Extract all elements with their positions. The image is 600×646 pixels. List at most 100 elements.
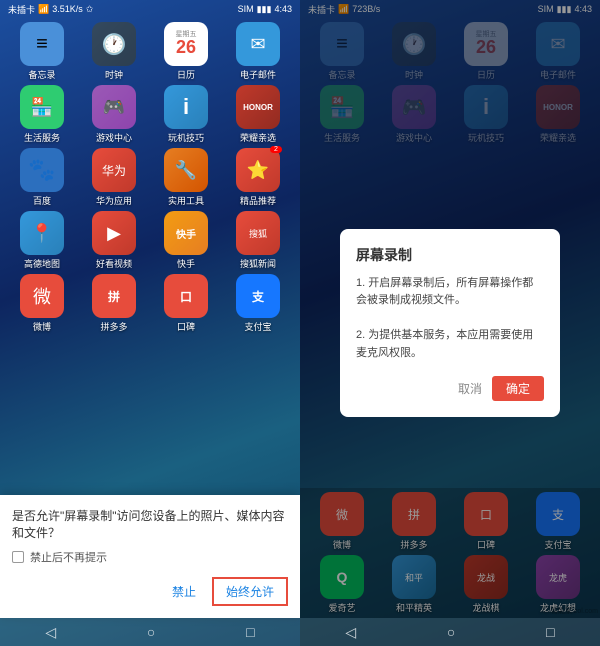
- pdd-label: 拼多多: [100, 320, 127, 333]
- tips-label: 玩机技巧: [168, 131, 204, 144]
- right-dialog-line1: 1. 开启屏幕录制后，所有屏幕操作都会被录制成视频文件。: [356, 277, 533, 307]
- watermark: 智能家 zol.com: [551, 606, 598, 616]
- checkbox-row[interactable]: 禁止后不再提示: [12, 549, 288, 565]
- app-baidu[interactable]: 🐾 百度: [8, 148, 76, 207]
- left-home-btn[interactable]: ○: [147, 624, 155, 640]
- game-label: 游戏中心: [96, 131, 132, 144]
- right-back-btn[interactable]: ◁: [345, 624, 356, 641]
- living-icon: 🏪: [20, 85, 64, 129]
- living-label: 生活服务: [24, 131, 60, 144]
- huawei-label: 华为应用: [96, 194, 132, 207]
- left-phone: 未插卡 📶 3.51K/s ✩ SIM ▮▮▮ 4:43 ≡ 备忘录 🕐 时钟 …: [0, 0, 300, 646]
- app-kou[interactable]: 口 口碑: [152, 274, 220, 333]
- left-nav-bar: ◁ ○ □: [0, 618, 300, 646]
- left-status-right: SIM ▮▮▮ 4:43: [238, 4, 292, 15]
- calendar-label: 日历: [177, 68, 195, 81]
- jing-icon: ⭐ 2: [236, 148, 280, 192]
- app-game[interactable]: 🎮 游戏中心: [80, 85, 148, 144]
- calendar-icon: 星期五 26: [164, 22, 208, 66]
- sohu-label: 搜狐新闻: [240, 257, 276, 270]
- notes-label: 备忘录: [28, 68, 55, 81]
- kou-icon: 口: [164, 274, 208, 318]
- tips-icon: i: [164, 85, 208, 129]
- allow-button[interactable]: 始终允许: [212, 577, 288, 606]
- right-home-btn[interactable]: ○: [447, 624, 455, 640]
- left-app-grid: ≡ 备忘录 🕐 时钟 星期五 26 日历 ✉ 电子邮件 🏪 生活服务 🎮 游戏中…: [0, 18, 300, 337]
- app-living[interactable]: 🏪 生活服务: [8, 85, 76, 144]
- time-left: 4:43: [274, 4, 292, 14]
- deny-button[interactable]: 禁止: [164, 577, 204, 606]
- right-dialog-overlay: 屏幕录制 1. 开启屏幕录制后，所有屏幕操作都会被录制成视频文件。 2. 为提供…: [300, 0, 600, 646]
- battery-left: ▮▮▮: [257, 4, 272, 15]
- app-email[interactable]: ✉ 电子邮件: [224, 22, 292, 81]
- jing-badge: 2: [270, 146, 282, 153]
- right-dialog-buttons: 取消 确定: [356, 376, 544, 401]
- app-jing[interactable]: ⭐ 2 精品推荐: [224, 148, 292, 207]
- extra-left: ✩: [86, 4, 94, 15]
- game-icon: 🎮: [92, 85, 136, 129]
- app-gaode[interactable]: 📍 高德地图: [8, 211, 76, 270]
- app-notes[interactable]: ≡ 备忘录: [8, 22, 76, 81]
- right-dialog-body: 1. 开启屏幕录制后，所有屏幕操作都会被录制成视频文件。 2. 为提供基本服务，…: [356, 275, 544, 363]
- right-confirm-button[interactable]: 确定: [492, 376, 544, 401]
- left-bottom-dialog: 是否允许"屏幕录制"访问您设备上的照片、媒体内容和文件？ 禁止后不再提示 禁止 …: [0, 495, 300, 618]
- honor-label: 荣耀亲选: [240, 131, 276, 144]
- gaode-icon: 📍: [20, 211, 64, 255]
- right-dialog-title: 屏幕录制: [356, 245, 544, 265]
- tool-icon: 🔧: [164, 148, 208, 192]
- right-center-dialog: 屏幕录制 1. 开启屏幕录制后，所有屏幕操作都会被录制成视频文件。 2. 为提供…: [340, 229, 560, 418]
- app-kuai[interactable]: 快手 快手: [152, 211, 220, 270]
- kuai-icon: 快手: [164, 211, 208, 255]
- app-zfb[interactable]: 支 支付宝: [224, 274, 292, 333]
- zfb-icon: 支: [236, 274, 280, 318]
- notes-icon: ≡: [20, 22, 64, 66]
- right-phone: 未插卡 📶 723B/s SIM ▮▮▮ 4:43 ≡ 备忘录 🕐 时钟 星期五…: [300, 0, 600, 646]
- jing-label: 精品推荐: [240, 194, 276, 207]
- checkbox-label: 禁止后不再提示: [30, 549, 107, 565]
- sohu-icon: 搜狐: [236, 211, 280, 255]
- clock-label: 时钟: [105, 68, 123, 81]
- app-calendar[interactable]: 星期五 26 日历: [152, 22, 220, 81]
- carrier-left: 未插卡: [8, 3, 35, 16]
- kuai-label: 快手: [177, 257, 195, 270]
- clock-icon: 🕐: [92, 22, 136, 66]
- left-back-btn[interactable]: ◁: [45, 624, 56, 641]
- right-nav-bar: ◁ ○ □: [300, 618, 600, 646]
- left-status-left: 未插卡 📶 3.51K/s ✩: [8, 3, 93, 16]
- hao-label: 好看视频: [96, 257, 132, 270]
- huawei-icon: 华为: [92, 148, 136, 192]
- zfb-label: 支付宝: [244, 320, 271, 333]
- app-tips[interactable]: i 玩机技巧: [152, 85, 220, 144]
- app-clock[interactable]: 🕐 时钟: [80, 22, 148, 81]
- kou-label: 口碑: [177, 320, 195, 333]
- right-dialog-line2: 2. 为提供基本服务，本应用需要使用麦克风权限。: [356, 329, 533, 359]
- app-sohu[interactable]: 搜狐 搜狐新闻: [224, 211, 292, 270]
- left-status-bar: 未插卡 📶 3.51K/s ✩ SIM ▮▮▮ 4:43: [0, 0, 300, 18]
- app-honor[interactable]: HONOR 荣耀亲选: [224, 85, 292, 144]
- right-cancel-button[interactable]: 取消: [458, 376, 482, 401]
- pdd-icon: 拼: [92, 274, 136, 318]
- speed-left: 3.51K/s: [52, 4, 83, 14]
- left-dialog-title: 是否允许"屏幕录制"访问您设备上的照片、媒体内容和文件？: [12, 507, 288, 541]
- baidu-icon: 🐾: [20, 148, 64, 192]
- left-recent-btn[interactable]: □: [246, 624, 254, 640]
- app-hao[interactable]: ▶ 好看视频: [80, 211, 148, 270]
- weibo-label: 微博: [33, 320, 51, 333]
- hao-icon: ▶: [92, 211, 136, 255]
- left-dialog-buttons: 禁止 始终允许: [12, 577, 288, 606]
- app-huawei[interactable]: 华为 华为应用: [80, 148, 148, 207]
- wifi-icon-left: 📶: [38, 4, 49, 15]
- right-recent-btn[interactable]: □: [546, 624, 554, 640]
- app-weibo[interactable]: 微 微博: [8, 274, 76, 333]
- sim-icon-left: SIM: [238, 4, 254, 14]
- app-pdd[interactable]: 拼 拼多多: [80, 274, 148, 333]
- tool-label: 实用工具: [168, 194, 204, 207]
- email-icon: ✉: [236, 22, 280, 66]
- weibo-icon: 微: [20, 274, 64, 318]
- checkbox-box[interactable]: [12, 551, 24, 563]
- app-tool[interactable]: 🔧 实用工具: [152, 148, 220, 207]
- email-label: 电子邮件: [240, 68, 276, 81]
- gaode-label: 高德地图: [24, 257, 60, 270]
- baidu-label: 百度: [33, 194, 51, 207]
- honor-icon: HONOR: [236, 85, 280, 129]
